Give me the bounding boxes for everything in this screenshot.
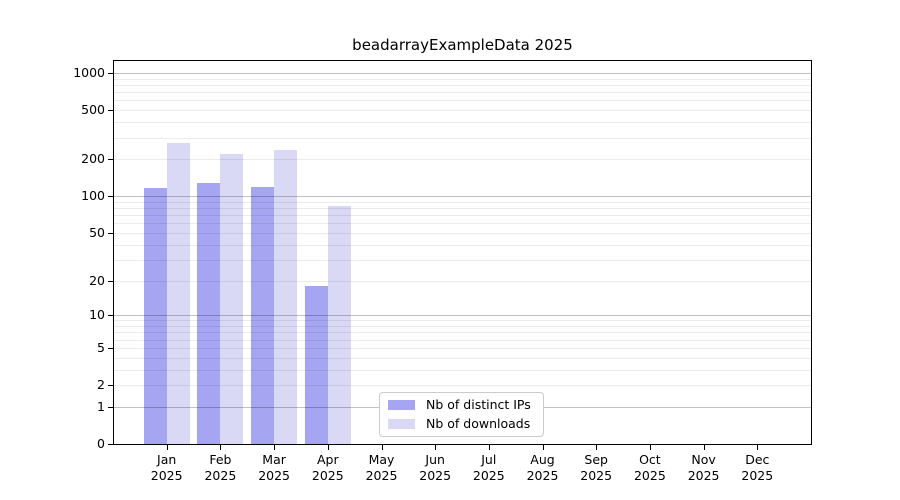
y-tick-mark	[108, 159, 113, 161]
legend-swatch-downloads	[388, 419, 415, 429]
y-tick-mark	[108, 406, 113, 408]
legend-label-downloads: Nb of downloads	[426, 416, 531, 431]
y-tick-label: 50	[89, 224, 105, 240]
y-tick-label: 0	[97, 436, 105, 451]
y-tick-mark	[108, 385, 113, 386]
x-tick-mark	[649, 445, 651, 450]
y-tick-mark	[108, 196, 113, 198]
x-tick-mark	[381, 445, 383, 450]
x-tick-mark	[488, 445, 490, 450]
x-tick-mark	[757, 445, 759, 450]
y-tick-label: 10	[89, 307, 105, 323]
x-tick-label: Dec 2025	[741, 452, 774, 483]
y-tick-label: 200	[81, 151, 105, 167]
y-tick-label: 500	[81, 102, 105, 118]
legend-item-downloads: Nb of downloads	[388, 417, 535, 431]
y-tick-label: 1	[97, 398, 105, 414]
legend-label-distinct-ips: Nb of distinct IPs	[426, 397, 531, 412]
y-tick-label: 1000	[73, 65, 105, 80]
x-tick-mark	[220, 445, 222, 450]
download-stats-chart: beadarrayExampleData 2025 1000 500 200 100 5…	[0, 0, 900, 500]
legend-swatch-distinct-ips	[388, 400, 415, 410]
y-tick-mark	[108, 280, 113, 282]
x-tick-mark	[274, 445, 276, 450]
legend: Nb of distinct IPs Nb of downloads	[379, 392, 544, 437]
x-tick-mark	[703, 445, 705, 450]
x-tick-mark	[435, 445, 437, 450]
x-tick-mark	[327, 445, 329, 450]
legend-item-distinct-ips: Nb of distinct IPs	[388, 398, 535, 412]
y-tick-label: 5	[97, 339, 105, 355]
x-tick-mark	[596, 445, 598, 450]
y-tick-mark	[108, 73, 113, 74]
y-tick-mark	[108, 232, 113, 234]
y-tick-mark	[108, 110, 113, 112]
y-tick-label: 20	[89, 272, 105, 288]
y-tick-label: 2	[97, 377, 105, 392]
x-tick-mark	[542, 445, 544, 450]
y-tick-mark	[108, 315, 113, 317]
y-tick-label: 100	[81, 188, 105, 204]
y-tick-mark	[108, 347, 113, 349]
y-tick-mark	[108, 444, 113, 445]
x-tick-mark	[166, 445, 168, 450]
